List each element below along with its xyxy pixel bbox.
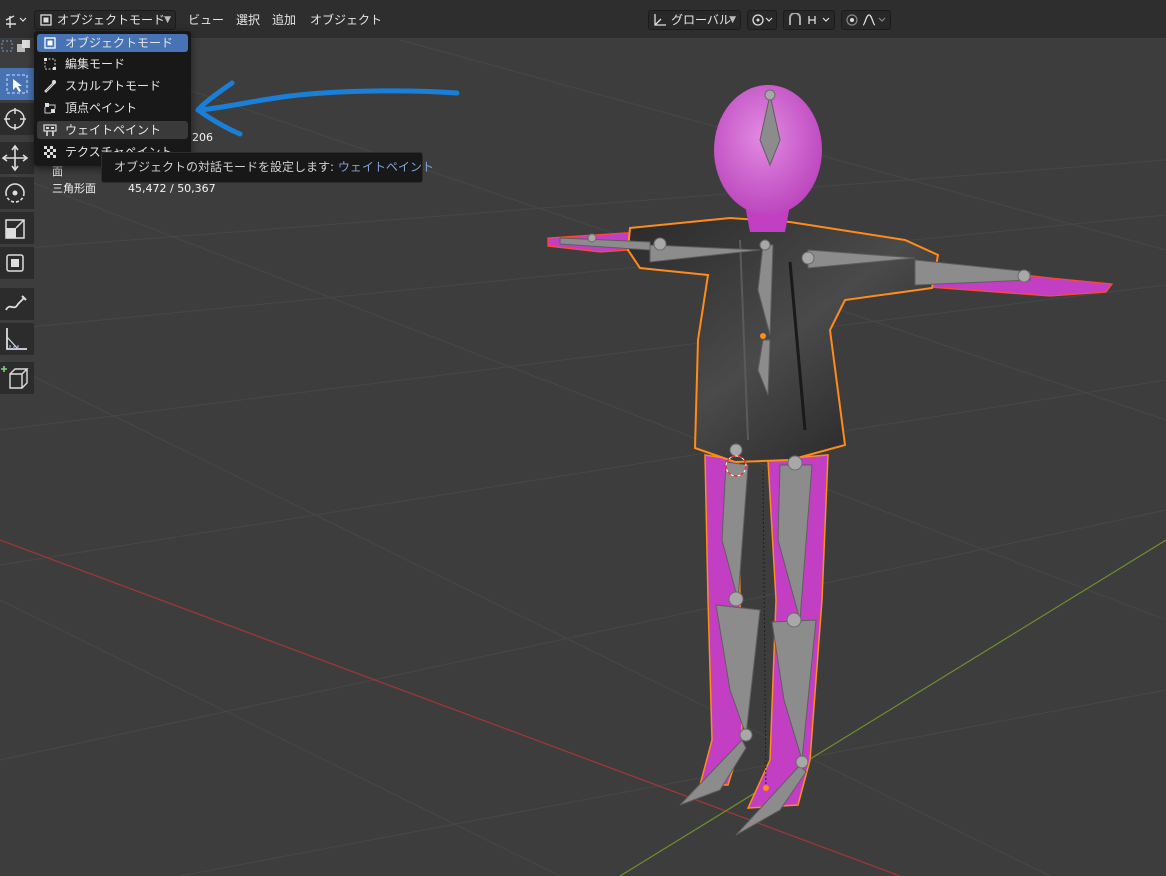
tool-move[interactable] (0, 142, 34, 174)
menu-item-weight-paint[interactable]: ウェイトペイント (37, 121, 188, 139)
add-cube-icon (1, 366, 29, 389)
menu-view[interactable]: ビュー (188, 10, 224, 30)
select-box-icon (6, 74, 28, 94)
stat-tris-value: 45,472 / 50,367 (128, 182, 216, 195)
proportional-edit-icon (846, 14, 886, 26)
measure-icon (6, 328, 27, 350)
chevron-down-icon: ▼ (729, 15, 736, 25)
pivot-point-dropdown[interactable] (747, 10, 777, 30)
tool-cursor[interactable] (0, 103, 34, 135)
snap-icon (789, 13, 830, 25)
transform-orientation-dropdown[interactable]: グローバル ▼ (648, 10, 741, 30)
tooltip-text: オブジェクトの対話モードを設定します: (114, 160, 335, 174)
orientation-icon (654, 14, 666, 26)
tooltip-value: ウェイトペイント (337, 160, 434, 174)
tool-select[interactable] (0, 68, 34, 100)
tool-scale[interactable] (0, 212, 34, 244)
mode-selector-label: オブジェクトモード (57, 13, 166, 27)
weight-paint-icon (43, 124, 57, 136)
editor-type-button[interactable] (2, 10, 30, 30)
tool-rotate[interactable] (0, 177, 34, 209)
menu-item-label: 頂点ペイント (65, 101, 138, 115)
menu-item-label: 編集モード (65, 57, 126, 71)
sculpt-mode-icon (44, 80, 56, 93)
texture-paint-icon (44, 146, 56, 158)
tool-transform[interactable] (0, 247, 34, 279)
menu-item-label: オブジェクトモード (65, 36, 174, 50)
stat-face-label: 面 (52, 165, 63, 178)
stat-partial-value: 206 (192, 131, 213, 144)
selection-mode-icons[interactable] (0, 38, 34, 56)
edit-mode-icon (44, 58, 56, 70)
tool-add-cube[interactable] (0, 362, 34, 394)
cursor-icon (4, 108, 26, 130)
object-mode-icon (44, 37, 56, 49)
menu-item-edit-mode[interactable]: 編集モード (37, 55, 188, 73)
transform-icon (6, 254, 24, 272)
pivot-icon (752, 14, 773, 26)
mode-dropdown-menu: オブジェクトモード 編集モード スカルプトモード 頂点ペイント ウェイトペイント (34, 31, 191, 166)
character-model (547, 85, 1114, 836)
mode-tooltip: オブジェクトの対話モードを設定します: ウェイトペイント (101, 152, 434, 183)
menu-item-label: ウェイトペイント (65, 123, 162, 137)
scale-icon (5, 219, 25, 239)
chevron-down-icon: ▼ (164, 15, 171, 25)
tool-annotate[interactable] (0, 288, 34, 320)
move-icon (1, 144, 29, 172)
menu-item-vertex-paint[interactable]: 頂点ペイント (37, 99, 188, 117)
x-axis-line (0, 539, 901, 876)
annotate-icon (5, 295, 27, 311)
mode-selector[interactable]: オブジェクトモード ▼ (34, 10, 176, 30)
y-axis-line (619, 539, 1166, 876)
menu-add[interactable]: 追加 (272, 10, 296, 30)
menu-select[interactable]: 選択 (236, 10, 260, 30)
axis-gizmo-icon (5, 15, 27, 28)
rotate-icon (5, 183, 25, 203)
vertex-paint-icon (44, 103, 56, 114)
select-box-icon (1, 40, 30, 52)
tool-measure[interactable] (0, 323, 34, 355)
menu-object[interactable]: オブジェクト (310, 10, 382, 30)
menu-item-label: スカルプトモード (65, 79, 162, 93)
object-mode-icon (40, 14, 52, 26)
snap-controls[interactable] (783, 10, 835, 30)
orientation-label: グローバル (671, 13, 731, 27)
proportional-editing[interactable] (841, 10, 891, 30)
menu-item-sculpt-mode[interactable]: スカルプトモード (37, 77, 188, 95)
menu-item-object-mode[interactable]: オブジェクトモード (37, 34, 188, 52)
annotation-arrow (195, 80, 460, 137)
stat-tris-label: 三角形面 (52, 182, 96, 195)
